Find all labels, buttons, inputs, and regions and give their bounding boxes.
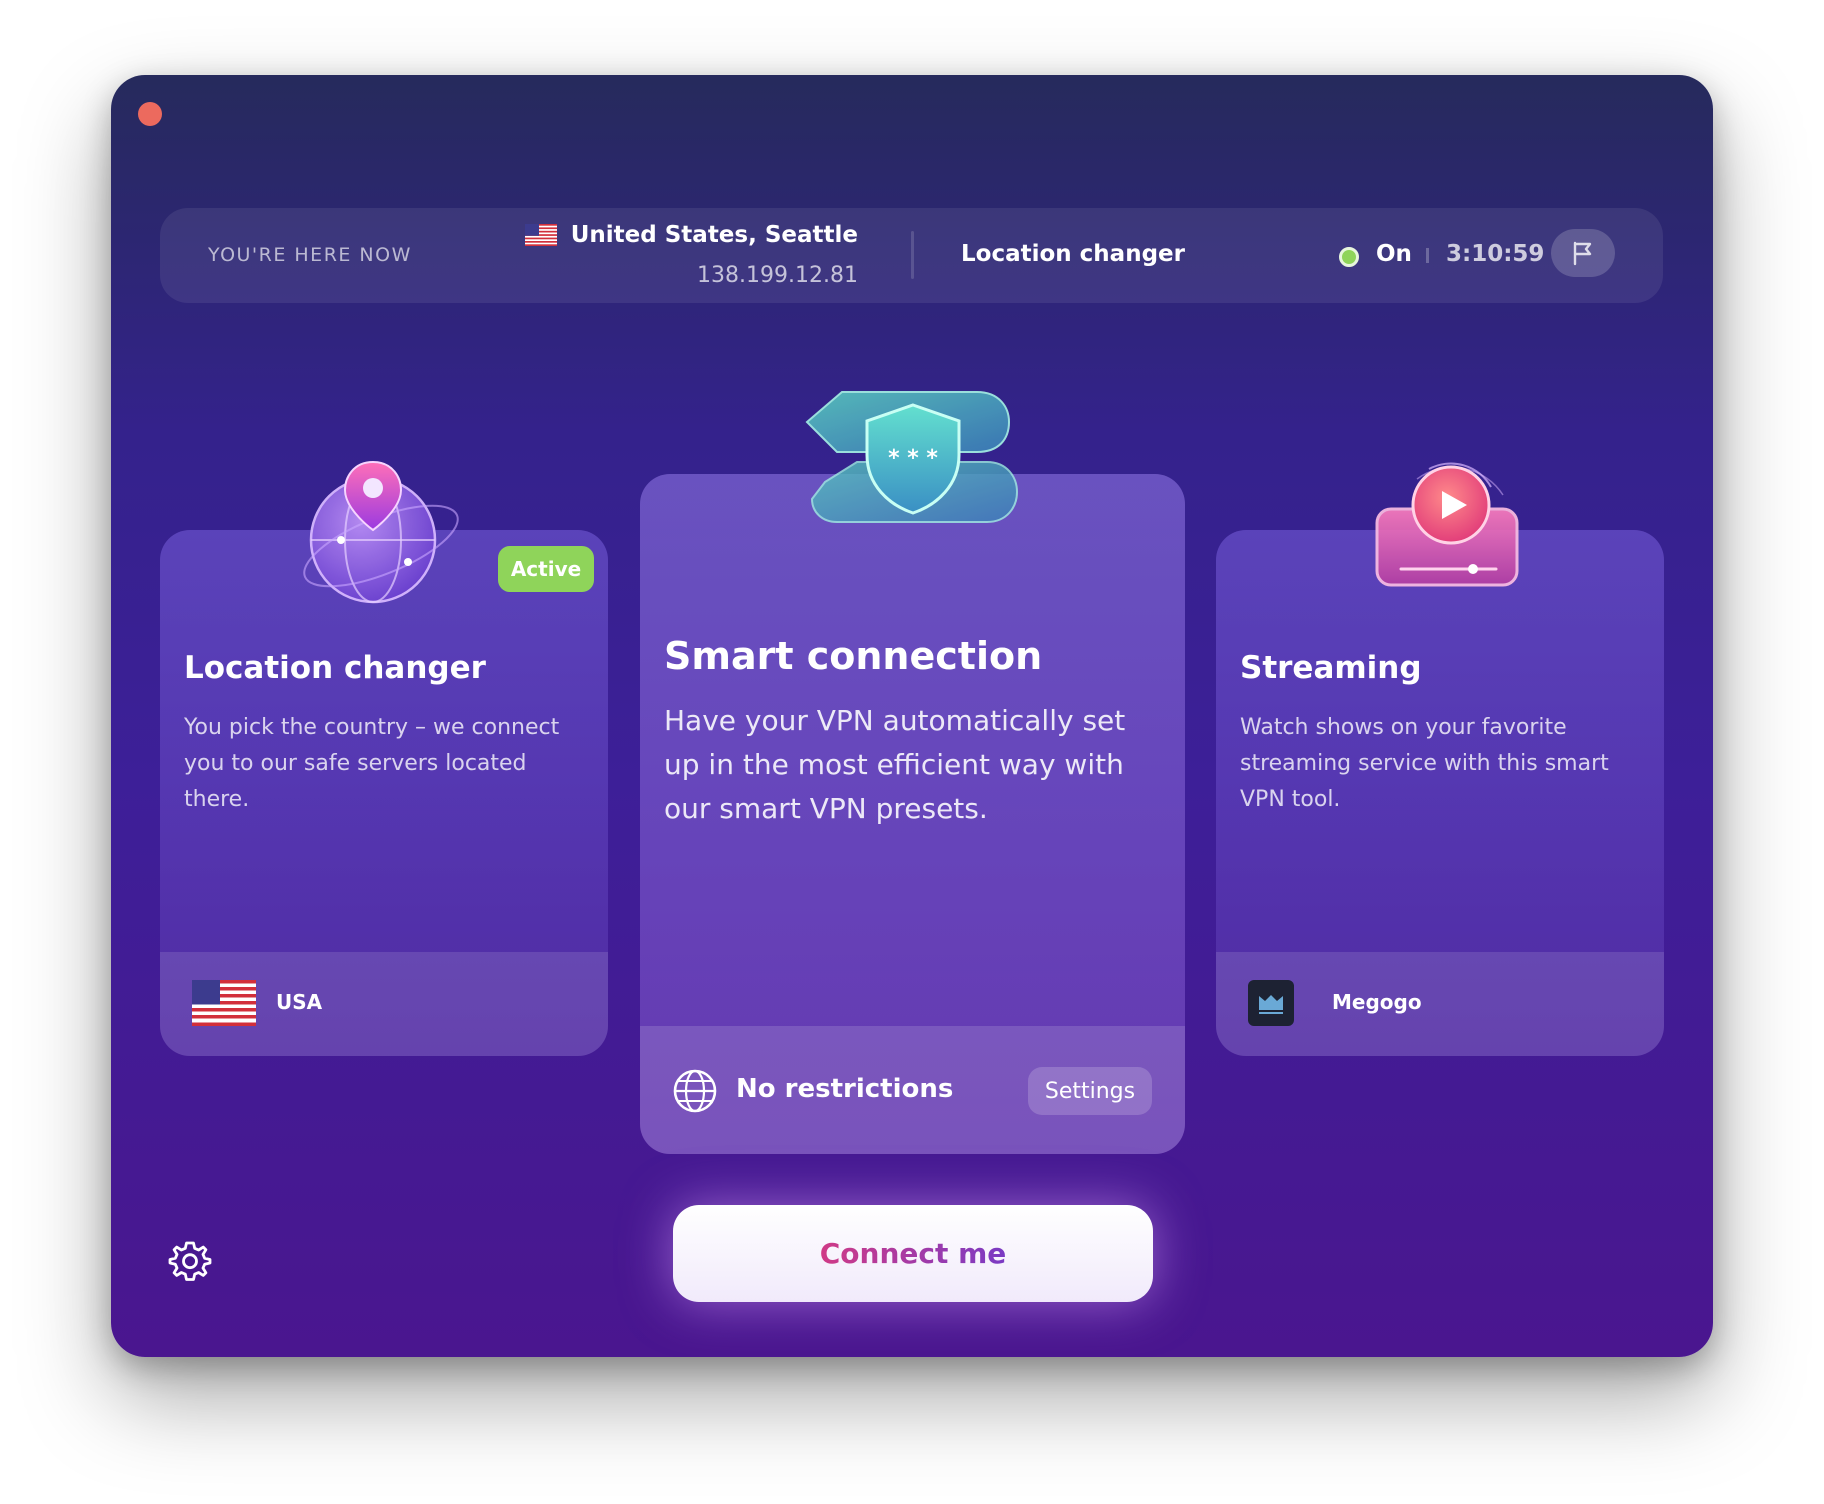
card-title: Smart connection	[664, 634, 1043, 678]
settings-gear-button[interactable]	[167, 1238, 213, 1284]
restrictions-label: No restrictions	[736, 1074, 954, 1104]
location-name: United States, Seattle	[570, 222, 858, 248]
active-badge: Active	[498, 546, 594, 592]
card-description: Have your VPN automatically set up in th…	[664, 704, 1126, 825]
card-title: Location changer	[184, 650, 486, 686]
card-description: Watch shows on your favorite streaming s…	[1240, 715, 1609, 812]
streaming-card[interactable]: Streaming Watch shows on your favorite s…	[1216, 530, 1664, 1056]
status-indicator-icon	[1339, 247, 1359, 267]
svg-text:* * *: * * *	[888, 446, 938, 471]
ip-address: 138.199.12.81	[697, 263, 858, 288]
here-label: YOU'RE HERE NOW	[208, 244, 412, 266]
status-bar: YOU'RE HERE NOW United States, Seattle 1…	[160, 208, 1663, 303]
connection-timer: 3:10:59	[1446, 241, 1545, 267]
divider	[911, 231, 914, 279]
report-flag-button[interactable]	[1551, 229, 1615, 277]
active-mode-label: Location changer	[961, 241, 1185, 267]
smart-settings-button[interactable]: Settings	[1028, 1067, 1152, 1115]
app-window: YOU'RE HERE NOW United States, Seattle 1…	[111, 75, 1713, 1357]
connection-status: On	[1376, 241, 1412, 267]
card-title: Streaming	[1240, 650, 1422, 686]
service-label: Megogo	[1332, 990, 1422, 1014]
flag-icon	[1573, 241, 1592, 266]
connect-label: Connect me	[819, 1237, 1007, 1270]
shield-icon: * * *	[805, 391, 1019, 523]
current-location: United States, Seattle	[524, 222, 858, 248]
us-flag-icon	[524, 224, 557, 246]
megogo-logo	[1248, 980, 1294, 1026]
video-player-icon	[1375, 462, 1519, 587]
card-footer: No restrictions Settings	[640, 1026, 1185, 1154]
window-close-button[interactable]	[138, 102, 162, 126]
status-divider	[1426, 248, 1429, 263]
globe-icon	[673, 1069, 717, 1113]
card-footer[interactable]: Megogo	[1216, 952, 1664, 1056]
country-label: USA	[276, 990, 323, 1014]
gear-icon	[168, 1241, 212, 1281]
location-pin-globe-icon	[303, 460, 459, 604]
usa-flag-icon	[192, 980, 256, 1026]
card-footer[interactable]: USA	[160, 952, 608, 1056]
connect-button[interactable]: Connect me	[673, 1205, 1153, 1302]
card-description: You pick the country – we connect you to…	[184, 715, 560, 812]
